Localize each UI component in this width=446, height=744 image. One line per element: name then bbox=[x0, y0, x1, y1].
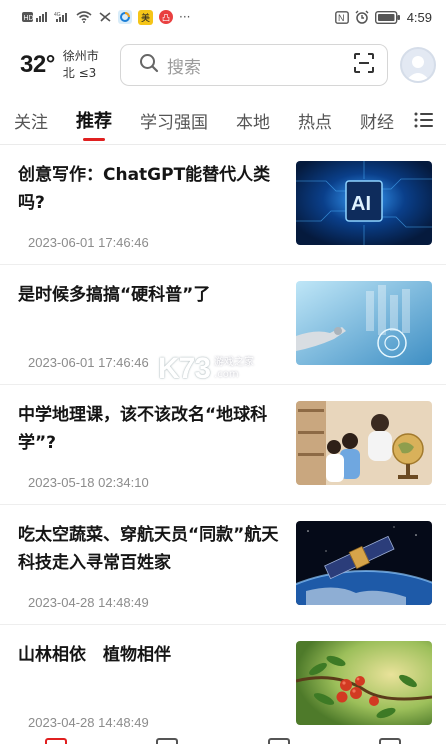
more-dots-icon: ··· bbox=[179, 10, 191, 24]
status-right: N 4:59 bbox=[334, 9, 432, 25]
news-title: 山林相依 植物相伴 bbox=[18, 645, 171, 665]
svg-text:N: N bbox=[338, 13, 345, 23]
hd-signal-icon: HD bbox=[22, 11, 48, 23]
status-left: HD 4G 美 凸 ··· bbox=[22, 9, 191, 25]
app-notification-icon bbox=[118, 10, 132, 24]
avatar[interactable] bbox=[400, 47, 436, 83]
svg-text:AI: AI bbox=[351, 193, 371, 215]
svg-text:HD: HD bbox=[24, 15, 34, 22]
weather-widget[interactable]: 32° 徐州市 北 ≤3 bbox=[20, 48, 120, 82]
news-text: 创意写作：ChatGPT能替代人类吗? 2023-06-01 17:46:46 bbox=[18, 161, 296, 264]
tab-follow[interactable]: 关注 bbox=[14, 108, 48, 133]
news-text: 山林相依 植物相伴 2023-04-28 14:48:49 bbox=[18, 641, 296, 744]
wind-level: 北 ≤3 bbox=[62, 66, 97, 80]
tab-recommend[interactable]: 推荐 bbox=[76, 107, 112, 141]
top-header: 32° 徐州市 北 ≤3 搜索 bbox=[0, 34, 446, 96]
search-bar[interactable]: 搜索 bbox=[120, 44, 388, 86]
scan-icon[interactable] bbox=[353, 52, 375, 78]
search-input[interactable]: 搜索 bbox=[167, 53, 353, 78]
meituan-icon: 美 bbox=[138, 9, 153, 25]
news-item[interactable]: 创意写作：ChatGPT能替代人类吗? 2023-06-01 17:46:46 … bbox=[0, 145, 446, 265]
tab-xuexi[interactable]: 学习强国 bbox=[140, 108, 208, 133]
news-text: 中学地理课，该不该改名“地球科学”? 2023-05-18 02:34:10 bbox=[18, 401, 296, 504]
news-item[interactable]: 吃太空蔬菜、穿航天员“同款”航天科技走入寻常百姓家 2023-04-28 14:… bbox=[0, 505, 446, 625]
status-time: 4:59 bbox=[406, 9, 432, 25]
news-time: 2023-04-28 14:48:49 bbox=[28, 595, 149, 610]
svg-text:凸: 凸 bbox=[162, 14, 170, 23]
status-bar: HD 4G 美 凸 ··· N 4:59 bbox=[0, 0, 446, 34]
channel-menu-icon[interactable] bbox=[414, 110, 434, 134]
4g-signal-icon: 4G bbox=[54, 11, 70, 23]
service-icon[interactable] bbox=[267, 738, 290, 744]
tab-hot[interactable]: 热点 bbox=[298, 108, 332, 133]
temperature: 32° bbox=[20, 51, 55, 78]
channel-tabs: 关注 推荐 学习强国 本地 热点 财经 bbox=[0, 96, 446, 144]
news-time: 2023-04-28 14:48:49 bbox=[28, 715, 149, 730]
robot-hand-image bbox=[296, 281, 432, 365]
news-item[interactable]: 山林相依 植物相伴 2023-04-28 14:48:49 bbox=[0, 625, 446, 744]
news-feed: 创意写作：ChatGPT能替代人类吗? 2023-06-01 17:46:46 … bbox=[0, 145, 446, 744]
news-title: 创意写作：ChatGPT能替代人类吗? bbox=[18, 165, 271, 213]
tab-local[interactable]: 本地 bbox=[236, 108, 270, 133]
news-title: 中学地理课，该不该改名“地球科学”? bbox=[18, 405, 268, 453]
news-item[interactable]: 是时候多搞搞“硬科普”了 2023-06-01 17:46:46 bbox=[0, 265, 446, 385]
news-time: 2023-06-01 17:46:46 bbox=[28, 235, 149, 250]
news-time: 2023-06-01 17:46:46 bbox=[28, 355, 149, 370]
city-name: 徐州市 bbox=[62, 49, 99, 63]
globe-classroom-image bbox=[296, 401, 432, 485]
weather-info: 徐州市 北 ≤3 bbox=[63, 48, 99, 82]
battery-icon bbox=[374, 10, 401, 24]
news-title: 吃太空蔬菜、穿航天员“同款”航天科技走入寻常百姓家 bbox=[18, 525, 279, 573]
wifi-icon bbox=[76, 11, 92, 23]
satellite-earth-image bbox=[296, 521, 432, 605]
video-icon[interactable] bbox=[156, 738, 179, 744]
news-title: 是时候多搞搞“硬科普”了 bbox=[18, 285, 211, 305]
news-text: 是时候多搞搞“硬科普”了 2023-06-01 17:46:46 bbox=[18, 281, 296, 384]
user-icon bbox=[406, 56, 430, 81]
nfc-icon: N bbox=[334, 10, 349, 24]
profile-icon[interactable] bbox=[379, 738, 402, 744]
vibrate-icon bbox=[98, 11, 112, 23]
weibo-icon: 凸 bbox=[159, 10, 173, 24]
news-text: 吃太空蔬菜、穿航天员“同款”航天科技走入寻常百姓家 2023-04-28 14:… bbox=[18, 521, 296, 624]
news-time: 2023-05-18 02:34:10 bbox=[28, 475, 149, 490]
alarm-icon bbox=[355, 10, 369, 24]
tab-finance[interactable]: 财经 bbox=[360, 108, 394, 133]
ai-chip-image: AI bbox=[296, 161, 432, 245]
bottom-nav bbox=[0, 732, 446, 744]
home-icon[interactable] bbox=[44, 738, 67, 744]
news-item[interactable]: 中学地理课，该不该改名“地球科学”? 2023-05-18 02:34:10 bbox=[0, 385, 446, 505]
search-icon bbox=[139, 53, 159, 77]
red-berries-image bbox=[296, 641, 432, 725]
